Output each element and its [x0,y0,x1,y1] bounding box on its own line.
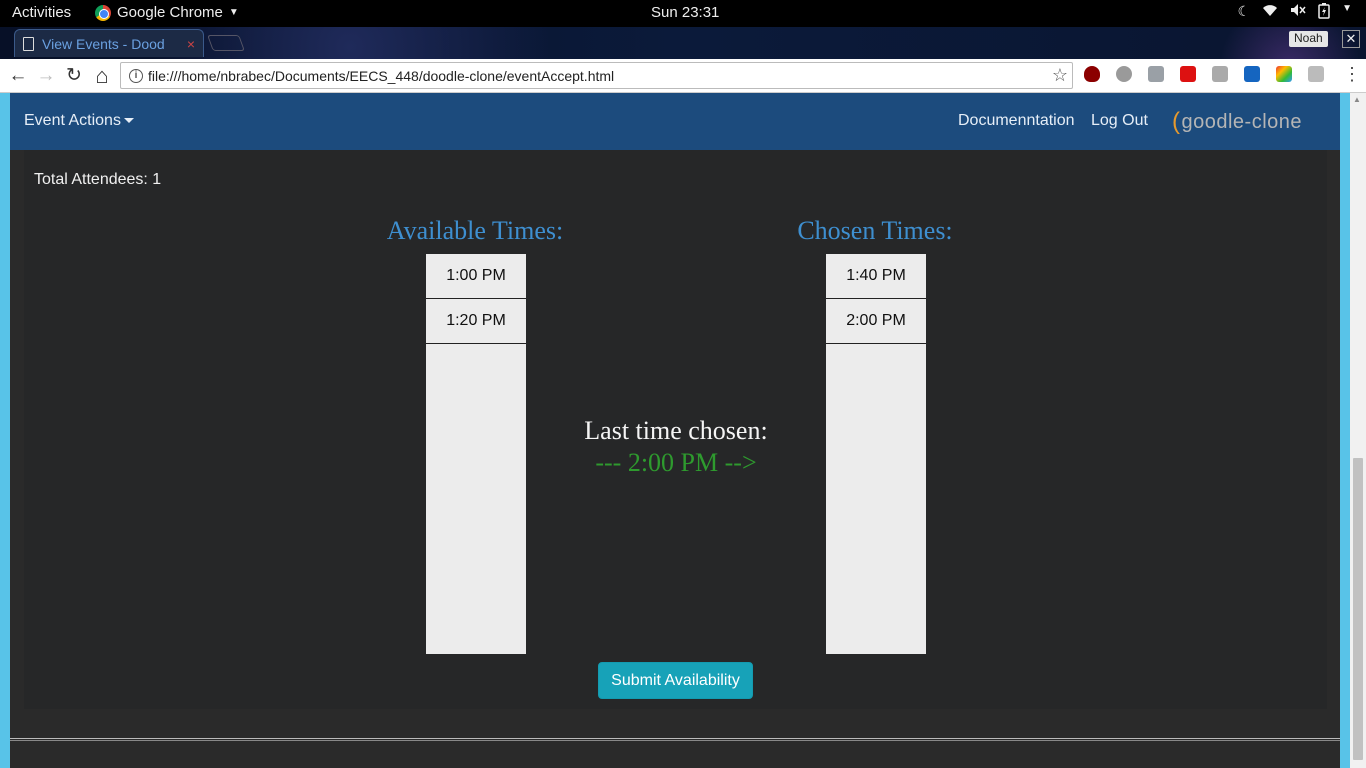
submit-availability-button[interactable]: Submit Availability [598,662,753,699]
total-attendees: Total Attendees: 1 [34,171,162,188]
tab-view-events[interactable]: View Events - Dood × [14,29,204,57]
documentation-link[interactable]: Documenntation [958,112,1075,130]
system-top-bar: Activities Google Chrome ▼ Sun 23:31 ☾ ▼ [0,0,1366,27]
night-light-icon: ☾ [1237,3,1251,19]
app-menu[interactable]: Google Chrome ▼ [95,4,239,21]
last-chosen-value: --- 2:00 PM --> [595,448,757,477]
tab-title: View Events - Dood [42,35,165,52]
extension-k-icon[interactable] [1308,66,1324,82]
available-time-item[interactable]: 1:20 PM [426,299,526,344]
page-footer [10,722,1340,768]
info-icon[interactable]: i [129,69,143,83]
volume-muted-icon [1290,3,1306,22]
vertical-scrollbar[interactable]: ▲ [1350,93,1366,768]
reload-icon[interactable]: ↻ [62,64,86,88]
event-actions-label: Event Actions [24,112,121,129]
system-tray[interactable]: ☾ ▼ [1238,3,1352,22]
home-icon[interactable]: ⌂ [90,64,114,88]
available-times-title: Available Times: [386,216,564,245]
page-viewport: Event Actions Documenntation Log Out ( g… [0,93,1366,768]
app-name: Google Chrome [117,4,223,21]
forward-icon[interactable]: → [34,64,58,88]
extension-s-icon[interactable] [1244,66,1260,82]
battery-icon [1318,3,1330,22]
browser-tab-strip: View Events - Dood × Noah ✕ [0,27,1366,59]
wifi-icon [1262,3,1278,22]
event-card: Total Attendees: 1 Available Times: Chos… [24,150,1327,709]
chrome-icon [95,4,111,21]
browser-menu-icon[interactable]: ⋮ [1343,64,1361,85]
activities-button[interactable]: Activities [12,4,71,21]
profile-button[interactable]: Noah [1289,31,1328,47]
menu-arrow-icon: ▼ [1342,3,1352,14]
chosen-times-title: Chosen Times: [797,216,953,245]
back-icon[interactable]: ← [6,64,30,88]
chosen-time-item[interactable]: 2:00 PM [826,299,926,344]
document-icon [23,36,34,51]
scroll-up-icon[interactable]: ▲ [1353,95,1361,104]
available-time-item[interactable]: 1:00 PM [426,254,526,299]
ublock-icon[interactable] [1084,66,1100,82]
last-chosen-label: Last time chosen: [584,416,768,445]
logout-link[interactable]: Log Out [1091,112,1148,130]
brand-text: goodle-clone [1181,110,1303,133]
extension-f-icon[interactable] [1116,66,1132,82]
brand-logo[interactable]: ( goodle-clone [1172,107,1302,137]
chevron-down-icon: ▼ [228,7,239,18]
app-navbar: Event Actions Documenntation Log Out ( g… [10,93,1340,150]
scrollbar-thumb[interactable] [1353,458,1363,760]
extension-mail-icon[interactable] [1212,66,1228,82]
url-text[interactable]: file:///home/nbrabec/Documents/EECS_448/… [148,68,614,84]
event-actions-dropdown[interactable]: Event Actions [24,112,134,130]
browser-toolbar: ← → ↻ ⌂ i file:///home/nbrabec/Documents… [0,59,1366,93]
new-tab-button[interactable] [207,35,245,51]
clock[interactable]: Sun 23:31 [651,4,719,21]
address-bar[interactable]: i file:///home/nbrabec/Documents/EECS_44… [120,62,1073,89]
tab-close-icon[interactable]: × [187,36,195,52]
window-close-button[interactable]: ✕ [1342,30,1360,48]
extension-chart-icon[interactable] [1276,66,1292,82]
footer-divider [10,738,1340,741]
bookmark-star-icon[interactable]: ☆ [1052,65,1068,86]
extension-red-icon[interactable] [1180,66,1196,82]
extension-gray-icon[interactable] [1148,66,1164,82]
caret-down-icon [123,118,134,124]
last-chosen-panel: Last time chosen: --- 2:00 PM --> [476,416,876,478]
chosen-time-item[interactable]: 1:40 PM [826,254,926,299]
brand-paren: ( [1172,108,1181,135]
